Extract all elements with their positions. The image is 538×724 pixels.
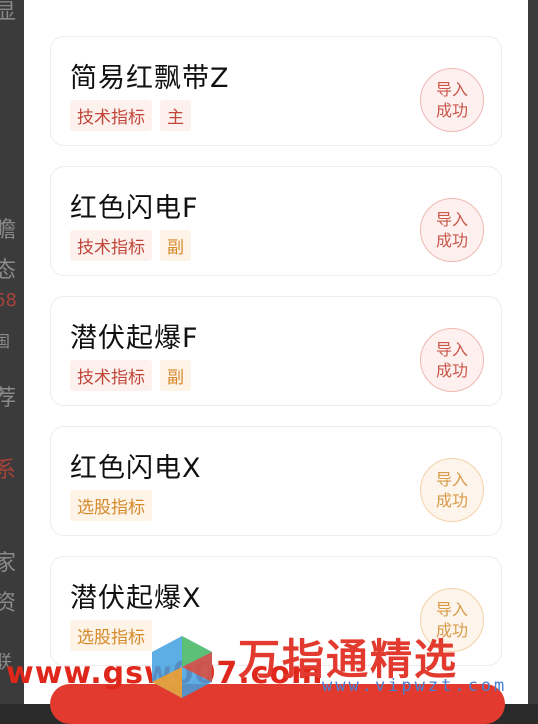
tag-chart-position: 副 [160,230,191,261]
indicator-card[interactable]: 红色闪电F 技术指标 副 导入 成功 [50,166,502,276]
badge-line-1: 导入 [435,340,468,359]
import-success-badge: 导入 成功 [420,198,484,262]
badge-line-2: 成功 [435,491,468,510]
indicator-title: 简易红飘带Z [70,63,230,94]
import-success-badge: 导入 成功 [420,328,484,392]
tag-category: 技术指标 [70,360,152,391]
tag-category: 技术指标 [70,100,152,131]
background-app-left-strip: 显 瞻 态 68 国 荐 系 家 资 联 [0,0,24,704]
indicator-title: 红色闪电X [70,453,202,484]
badge-line-1: 导入 [435,470,468,489]
background-fragment: 国 [0,332,11,351]
import-result-sheet: 简易红飘带Z 技术指标 主 导入 成功 红色闪电F 技术指标 副 导入 成功 潜… [24,0,528,704]
badge-line-1: 导入 [435,210,468,229]
background-fragment: 68 [0,290,17,311]
tag-category: 选股指标 [70,490,152,521]
indicator-tags: 技术指标 副 [70,360,191,391]
indicator-card[interactable]: 红色闪电X 选股指标 导入 成功 [50,426,502,536]
tag-chart-position: 副 [160,360,191,391]
indicator-title: 红色闪电F [70,193,199,224]
confirm-button[interactable] [50,684,505,724]
background-fragment: 荐 [0,386,17,411]
indicator-tags: 选股指标 [70,490,152,521]
badge-line-1: 导入 [435,80,468,99]
background-fragment: 瞻 [0,218,17,243]
background-fragment: 显 [0,0,17,25]
import-success-badge: 导入 成功 [420,588,484,652]
badge-line-2: 成功 [435,361,468,380]
badge-line-2: 成功 [435,101,468,120]
indicator-card[interactable]: 潜伏起爆F 技术指标 副 导入 成功 [50,296,502,406]
indicator-card[interactable]: 潜伏起爆X 选股指标 导入 成功 [50,556,502,666]
tag-chart-position: 主 [160,100,191,131]
badge-line-2: 成功 [435,621,468,640]
import-success-badge: 导入 成功 [420,458,484,522]
background-app-right-strip [528,0,538,704]
indicator-tags: 选股指标 [70,620,152,651]
badge-line-2: 成功 [435,231,468,250]
badge-line-1: 导入 [435,600,468,619]
indicator-tags: 技术指标 主 [70,100,191,131]
indicator-title: 潜伏起爆F [70,323,199,354]
background-fragment: 态 [0,258,17,283]
background-fragment: 资 [0,591,17,616]
indicator-title: 潜伏起爆X [70,583,202,614]
tag-category: 选股指标 [70,620,152,651]
background-fragment: 家 [0,551,17,576]
tag-category: 技术指标 [70,230,152,261]
indicator-tags: 技术指标 副 [70,230,191,261]
import-success-badge: 导入 成功 [420,68,484,132]
background-fragment: 系 [0,458,17,483]
indicator-card[interactable]: 简易红飘带Z 技术指标 主 导入 成功 [50,36,502,146]
background-fragment: 联 [0,652,12,673]
